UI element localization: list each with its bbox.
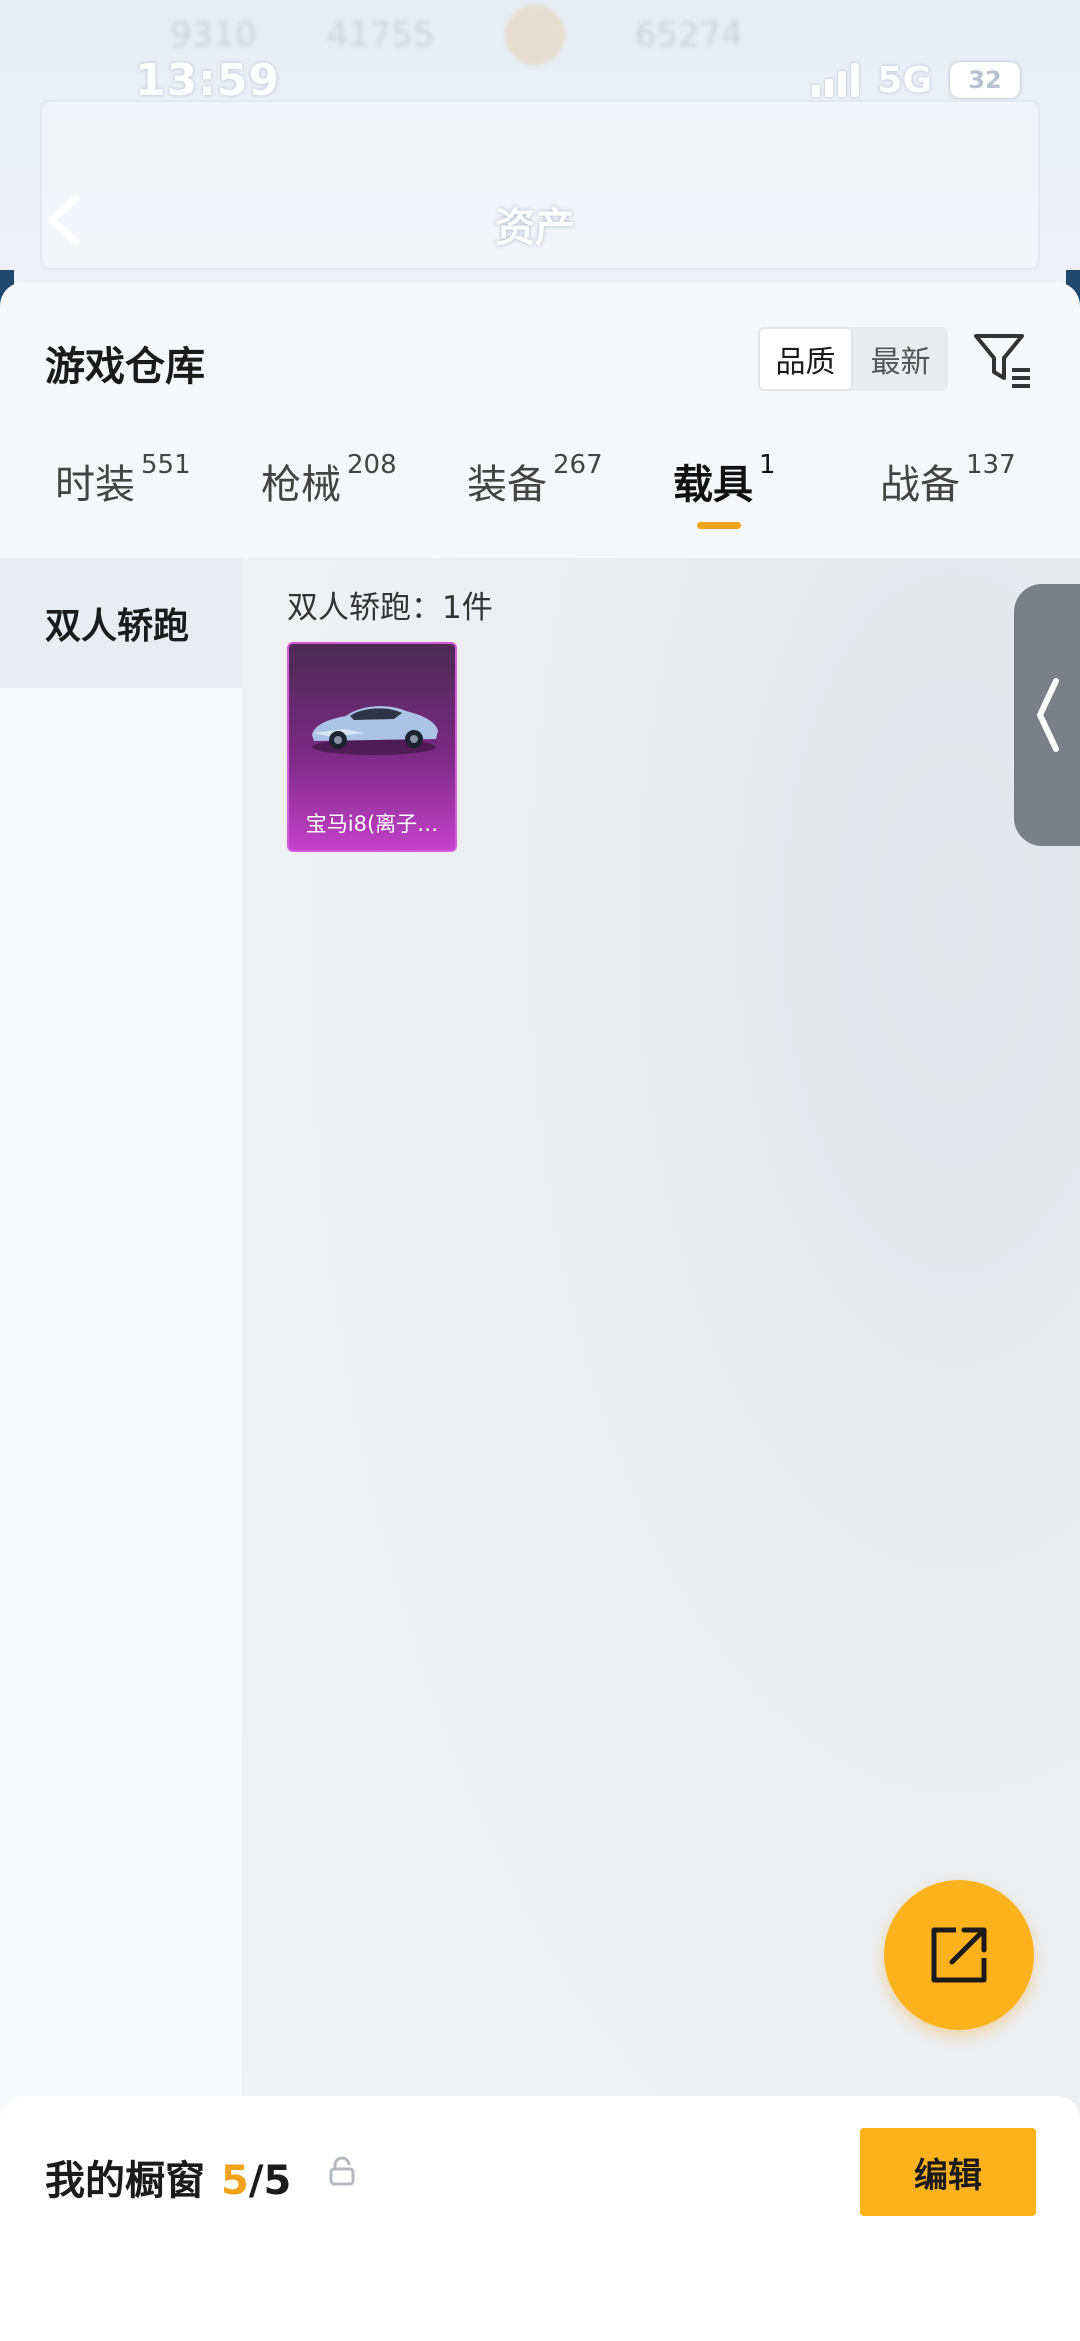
battery-icon: 32 bbox=[950, 62, 1020, 98]
car-image-icon bbox=[312, 706, 438, 755]
tab-firearms[interactable]: 枪械 208 bbox=[261, 432, 397, 542]
showcase-title: 我的橱窗 bbox=[45, 2158, 205, 2204]
filter-icon[interactable] bbox=[972, 330, 1034, 392]
tab-equipment[interactable]: 装备 267 bbox=[467, 432, 603, 542]
share-button[interactable] bbox=[884, 1880, 1034, 2030]
tab-count: 1 bbox=[759, 450, 776, 480]
tab-count: 551 bbox=[141, 450, 191, 480]
status-time: 13:59 bbox=[135, 54, 281, 106]
tab-label: 时装 bbox=[55, 462, 135, 508]
showcase-separator: / bbox=[248, 2158, 264, 2204]
warehouse-title: 游戏仓库 bbox=[45, 344, 205, 390]
tab-battle-gear[interactable]: 战备 137 bbox=[880, 432, 1016, 542]
group-label: 双人轿跑：1件 bbox=[287, 590, 493, 626]
share-icon bbox=[931, 1927, 987, 1983]
tab-fashion[interactable]: 时装 551 bbox=[55, 432, 191, 542]
tab-count: 208 bbox=[347, 450, 397, 480]
background-page-title: 资产 bbox=[495, 205, 575, 251]
showcase-used-count: 5 bbox=[221, 2158, 249, 2204]
showcase-bar: 我的橱窗 5 / 5 编辑 bbox=[0, 2096, 1080, 2341]
status-bar: 13:59 5G 32 bbox=[0, 40, 1080, 120]
edit-button[interactable]: 编辑 bbox=[860, 2128, 1036, 2216]
signal-icon bbox=[812, 63, 860, 97]
tab-label: 装备 bbox=[467, 462, 547, 508]
tab-vehicles[interactable]: 载具 1 bbox=[673, 432, 776, 542]
warehouse-header: 游戏仓库 品质 最新 bbox=[0, 282, 1080, 432]
network-label: 5G bbox=[877, 59, 932, 101]
item-name: 宝马i8(离子… bbox=[305, 812, 439, 836]
tab-count: 267 bbox=[553, 450, 603, 480]
showcase-total-count: 5 bbox=[263, 2158, 292, 2204]
back-arrow-icon[interactable] bbox=[40, 190, 90, 250]
tab-count: 137 bbox=[966, 450, 1016, 480]
tab-label: 枪械 bbox=[261, 462, 341, 508]
sort-newest-button[interactable]: 最新 bbox=[853, 327, 948, 391]
category-tabs: 时装 551 枪械 208 装备 267 载具 1 战备 137 bbox=[0, 432, 1080, 542]
side-collapse-handle[interactable] bbox=[1014, 584, 1080, 846]
status-indicators: 5G 32 bbox=[812, 60, 1020, 101]
showcase-label: 我的橱窗 5 / 5 bbox=[45, 2148, 291, 2206]
category-sidebar: 双人轿跑 bbox=[0, 558, 242, 2341]
sort-toggle: 品质 最新 bbox=[758, 327, 948, 391]
item-card[interactable]: 宝马i8(离子… bbox=[287, 642, 457, 852]
items-content: 双人轿跑：1件 宝马i8(离子… bbox=[242, 558, 1080, 2341]
tab-label: 载具 bbox=[673, 462, 753, 508]
lock-icon bbox=[329, 2156, 355, 2186]
category-item-coupe[interactable]: 双人轿跑 bbox=[0, 558, 242, 688]
sort-quality-button[interactable]: 品质 bbox=[758, 327, 853, 391]
active-tab-indicator bbox=[697, 522, 741, 529]
tab-label: 战备 bbox=[880, 462, 960, 508]
chevron-left-icon bbox=[1037, 678, 1059, 752]
